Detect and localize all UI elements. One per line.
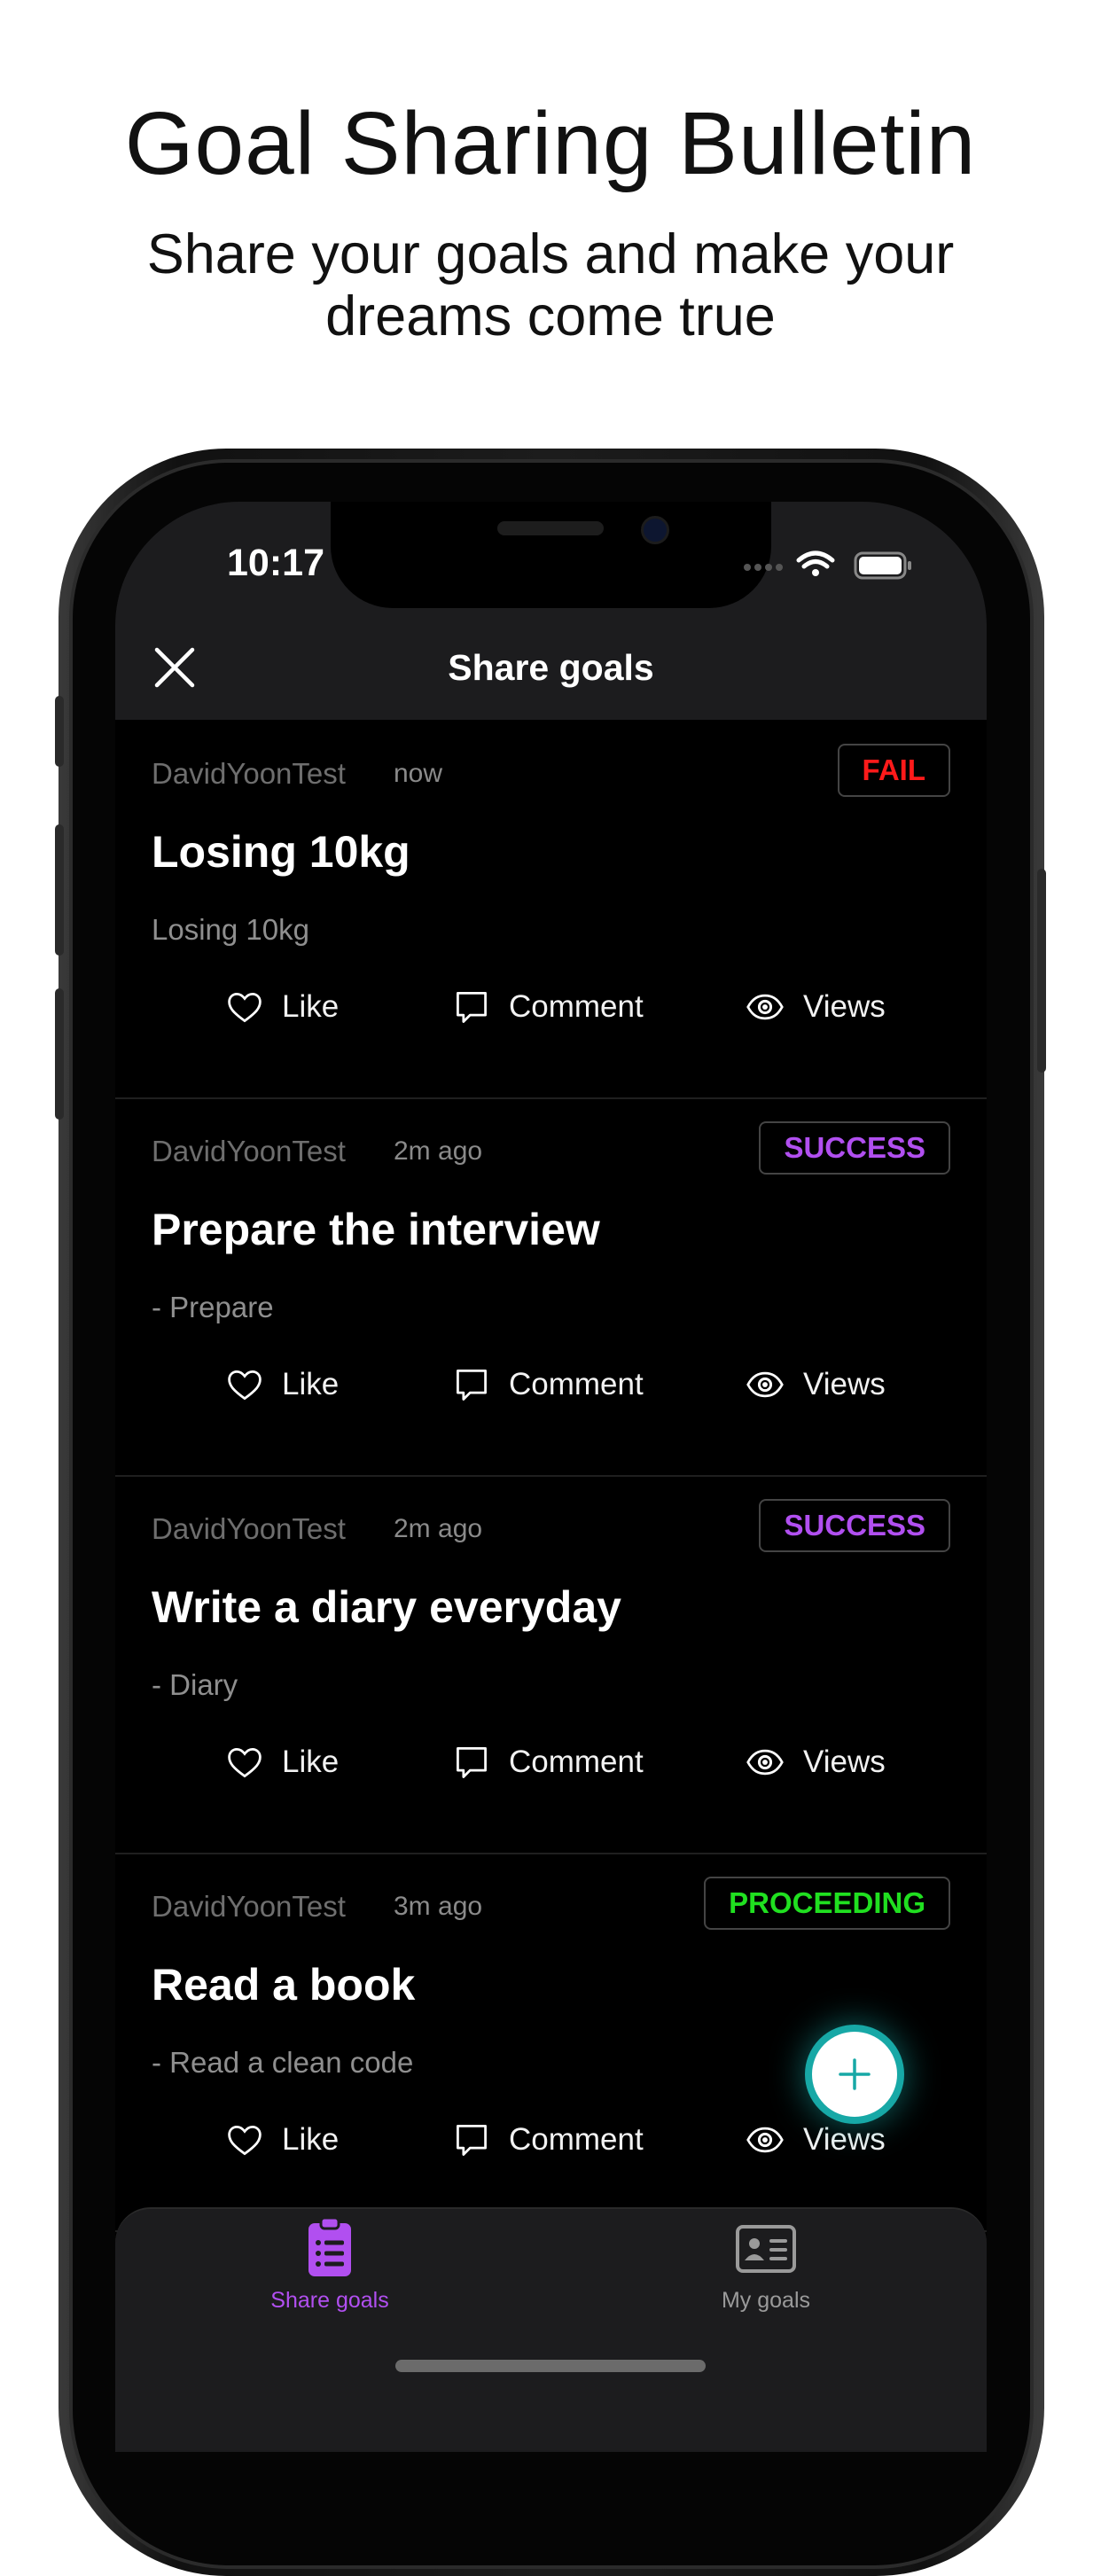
- views-button[interactable]: Views: [745, 980, 886, 1034]
- post-title[interactable]: Read a book: [152, 1959, 415, 2010]
- page-title: Share goals: [448, 647, 654, 688]
- views-button[interactable]: Views: [745, 1736, 886, 1789]
- post-time: 3m ago: [394, 1892, 483, 1921]
- goal-post[interactable]: DavidYoonTest 2m ago SUCCESS Write a dia…: [115, 1475, 987, 1854]
- side-button: [1037, 869, 1046, 1073]
- phone-screen: 10:17 Share goals DavidYoonTest now FAIL: [115, 502, 987, 2452]
- like-label: Like: [282, 989, 340, 1024]
- comment-button[interactable]: Comment: [452, 2113, 644, 2166]
- comment-icon: [457, 992, 487, 1023]
- tab-label: My goals: [721, 2288, 811, 2313]
- like-button[interactable]: Like: [225, 2113, 339, 2166]
- id-card-icon: [736, 2225, 796, 2273]
- speaker: [497, 521, 604, 535]
- eye-icon: [746, 1749, 784, 1776]
- comment-button[interactable]: Comment: [452, 1736, 644, 1789]
- comment-button[interactable]: Comment: [452, 1358, 644, 1411]
- top-bar: 10:17 Share goals: [115, 502, 987, 720]
- side-button: [55, 696, 64, 767]
- clipboard-list-icon: [308, 2216, 351, 2276]
- comment-icon: [457, 1747, 487, 1778]
- eye-icon: [746, 1371, 784, 1398]
- like-button[interactable]: Like: [225, 1736, 339, 1789]
- comment-label: Comment: [509, 1745, 644, 1779]
- camera: [641, 516, 669, 544]
- post-time: now: [394, 759, 443, 788]
- status-badge: SUCCESS: [759, 1121, 950, 1175]
- views-label: Views: [803, 1367, 886, 1401]
- promo-headline: Goal Sharing Bulletin: [124, 94, 977, 193]
- heart-icon: [228, 1747, 262, 1778]
- heart-icon: [228, 2125, 262, 2156]
- status-badge: SUCCESS: [759, 1499, 950, 1552]
- signal-icon: [744, 564, 783, 571]
- views-label: Views: [803, 989, 886, 1024]
- goal-post[interactable]: DavidYoonTest 2m ago SUCCESS Prepare the…: [115, 1097, 987, 1477]
- post-title[interactable]: Write a diary everyday: [152, 1581, 621, 1633]
- heart-icon: [228, 992, 262, 1023]
- tab-label: Share goals: [270, 2288, 389, 2313]
- status-badge: FAIL: [837, 744, 950, 797]
- status-badge: PROCEEDING: [704, 1877, 950, 1930]
- comment-label: Comment: [509, 989, 644, 1024]
- like-label: Like: [282, 2122, 340, 2157]
- like-label: Like: [282, 1745, 340, 1779]
- like-button[interactable]: Like: [225, 1358, 339, 1411]
- post-author[interactable]: DavidYoonTest: [152, 1512, 346, 1546]
- plus-icon: [839, 2058, 871, 2090]
- eye-icon: [746, 2127, 784, 2153]
- post-author[interactable]: DavidYoonTest: [152, 1890, 346, 1924]
- post-description: Losing 10kg: [152, 913, 309, 946]
- status-time: 10:17: [227, 542, 324, 584]
- tab-bar: Share goals My goals: [115, 2207, 987, 2452]
- post-description: - Prepare: [152, 1291, 274, 1323]
- wifi-dot: [812, 569, 819, 576]
- post-time: 2m ago: [394, 1514, 483, 1543]
- add-goal-button[interactable]: [805, 2025, 904, 2124]
- tab-share-goals[interactable]: Share goals: [197, 2216, 463, 2314]
- home-indicator[interactable]: [395, 2360, 706, 2372]
- post-description: - Read a clean code: [152, 2046, 414, 2079]
- post-title[interactable]: Losing 10kg: [152, 826, 410, 878]
- wifi-icon: [796, 550, 835, 569]
- comment-icon: [457, 1370, 487, 1401]
- side-button: [55, 824, 64, 956]
- comment-label: Comment: [509, 1367, 644, 1401]
- tab-my-goals[interactable]: My goals: [633, 2216, 899, 2314]
- post-time: 2m ago: [394, 1136, 483, 1166]
- like-label: Like: [282, 1367, 340, 1401]
- heart-icon: [228, 1370, 262, 1401]
- battery-icon: [854, 551, 911, 580]
- eye-icon: [746, 994, 784, 1020]
- side-button: [55, 988, 64, 1120]
- post-author[interactable]: DavidYoonTest: [152, 757, 346, 791]
- post-description: - Diary: [152, 1668, 238, 1701]
- views-button[interactable]: Views: [745, 1358, 886, 1411]
- status-icons: [744, 550, 911, 580]
- comment-label: Comment: [509, 2122, 644, 2157]
- like-button[interactable]: Like: [225, 980, 339, 1034]
- notch: [331, 502, 771, 608]
- comment-icon: [457, 2125, 487, 2156]
- post-author[interactable]: DavidYoonTest: [152, 1135, 346, 1168]
- comment-button[interactable]: Comment: [452, 980, 644, 1034]
- post-title[interactable]: Prepare the interview: [152, 1204, 600, 1255]
- goal-post[interactable]: DavidYoonTest now FAIL Losing 10kg Losin…: [115, 720, 987, 1099]
- views-label: Views: [803, 1745, 886, 1779]
- promo-subline: Share your goals and make your dreams co…: [146, 223, 955, 347]
- views-label: Views: [803, 2122, 886, 2157]
